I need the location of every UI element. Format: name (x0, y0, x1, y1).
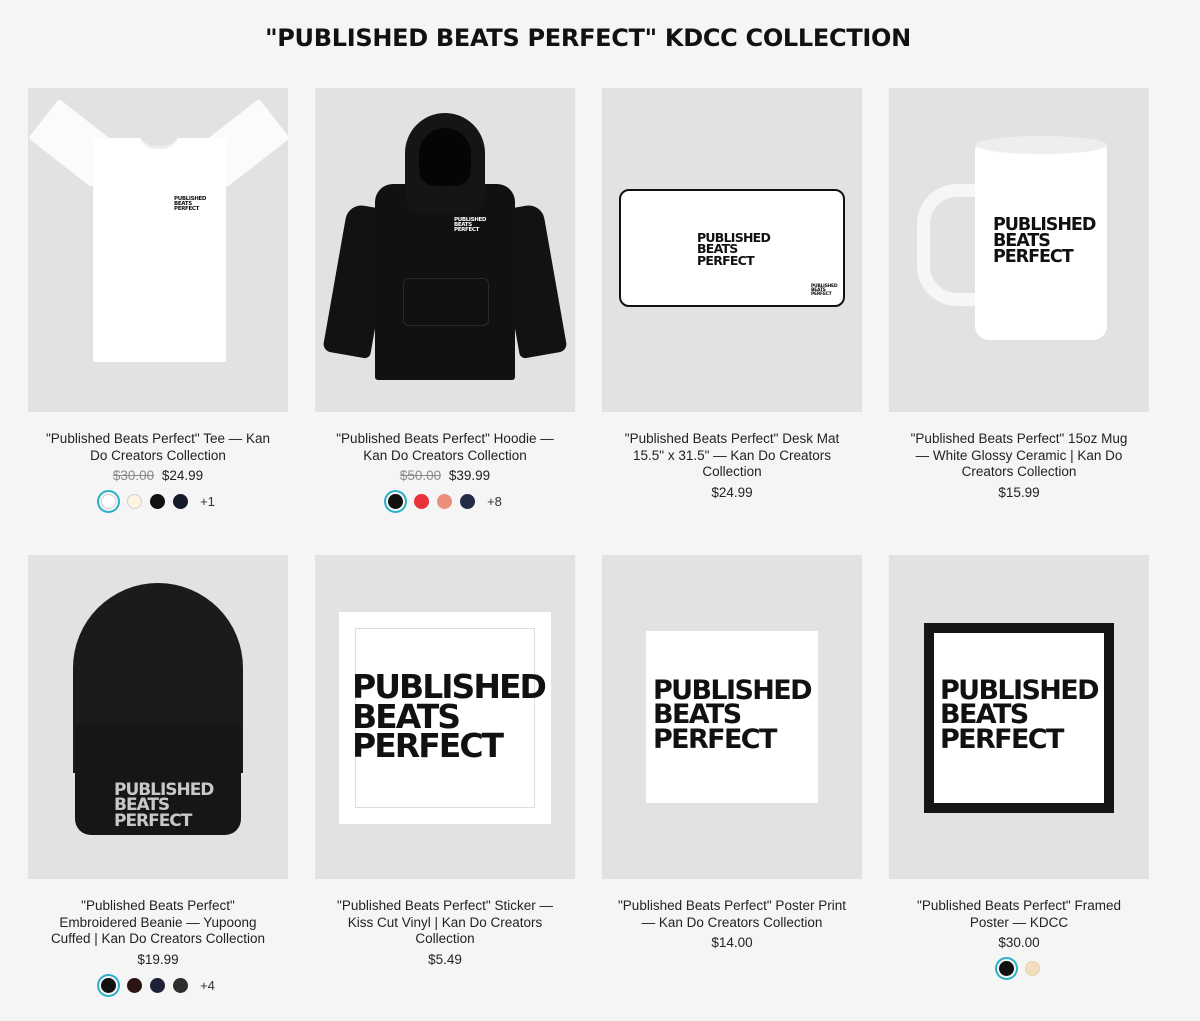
price-row: $30.00 (889, 935, 1149, 950)
product-image-desk-mat[interactable]: PUBLISHED BEATS PERFECT PUBLISHED BEATS PERF… (602, 88, 862, 412)
price: $14.00 (711, 935, 753, 950)
swatch-coral[interactable] (437, 494, 453, 509)
price: $15.99 (998, 484, 1040, 500)
product-card-tee: PUBLISHED BEATS PERFECT "Published Beats P… (28, 88, 288, 509)
brand-logo: PUBLISHED BEATS PERFECT (454, 217, 487, 233)
swatch-black[interactable] (101, 977, 117, 993)
price: $19.99 (137, 951, 179, 967)
product-image-poster[interactable]: PUBLISHED BEATS PERFECT (602, 555, 862, 879)
product-image-tee[interactable]: PUBLISHED BEATS PERFECT (28, 88, 288, 412)
page-title: "PUBLISHED BEATS PERFECT" KDCC COLLECTIO… (265, 24, 911, 52)
product-image-hoodie[interactable]: PUBLISHED BEATS PERFECT (315, 88, 575, 412)
sale-price: $39.99 (448, 468, 491, 483)
product-title-link[interactable]: "Published Beats Perfect" Poster Print —… (602, 898, 862, 931)
swatch-white[interactable] (101, 494, 117, 509)
sale-price: $24.99 (161, 468, 204, 483)
color-swatches: +4 (28, 977, 288, 993)
price-row: $5.49 (315, 952, 575, 967)
brand-logo: PUBLISHED BEATS PERFECT (352, 667, 547, 766)
product-card-poster: PUBLISHED BEATS PERFECT "Published Beats P… (602, 555, 862, 950)
product-title-link[interactable]: "Published Beats Perfect" 15oz Mug — Whi… (889, 431, 1149, 481)
swatch-brown[interactable] (127, 977, 143, 993)
product-title-link[interactable]: "Published Beats Perfect" Desk Mat 15.5"… (602, 431, 862, 481)
compare-at-price: $50.00 (399, 468, 442, 483)
price: $30.00 (998, 935, 1040, 950)
product-image-framed-poster[interactable]: PUBLISHED BEATS PERFECT (889, 555, 1149, 879)
swatch-charcoal[interactable] (173, 977, 189, 993)
product-title-link[interactable]: "Published Beats Perfect" Framed Poster … (889, 898, 1149, 931)
price-row: $19.99 (28, 952, 288, 967)
more-colors-link[interactable]: +1 (200, 494, 215, 509)
product-card-desk-mat: PUBLISHED BEATS PERFECT PUBLISHED BEATS PERF… (602, 88, 862, 500)
product-card-framed-poster: PUBLISHED BEATS PERFECT "Published Beats P… (889, 555, 1149, 976)
color-swatches (889, 961, 1149, 976)
price-row: $50.00 $39.99 (315, 468, 575, 483)
product-title-link[interactable]: "Published Beats Perfect" Embroidered Be… (28, 898, 288, 948)
compare-at-price: $30.00 (112, 468, 155, 483)
swatch-black[interactable] (998, 961, 1014, 976)
swatch-black[interactable] (388, 494, 404, 509)
product-title-link[interactable]: "Published Beats Perfect" Sticker — Kiss… (315, 898, 575, 948)
product-card-sticker: PUBLISHED BEATS PERFECT "Published Beats P… (315, 555, 575, 967)
swatch-navy[interactable] (460, 494, 476, 509)
product-title-link[interactable]: "Published Beats Perfect" Hoodie — Kan D… (315, 431, 575, 464)
swatch-red[interactable] (414, 494, 430, 509)
brand-logo: PUBLISHED BEATS PERFECT (114, 780, 214, 831)
brand-logo: PUBLISHED BEATS PERFECT (653, 675, 812, 755)
color-swatches: +1 (28, 494, 288, 509)
product-card-hoodie: PUBLISHED BEATS PERFECT "Published Beats P… (315, 88, 575, 509)
price: $24.99 (711, 484, 753, 500)
price-row: $15.99 (889, 485, 1149, 500)
price: $5.49 (428, 951, 462, 967)
swatch-natural-wood[interactable] (1024, 961, 1040, 976)
brand-logo: PUBLISHED BEATS PERFECT (993, 215, 1096, 267)
swatch-navy[interactable] (150, 977, 166, 993)
swatch-cream[interactable] (127, 494, 143, 509)
price-row: $30.00 $24.99 (28, 468, 288, 483)
price-row: $24.99 (602, 485, 862, 500)
more-colors-link[interactable]: +4 (200, 978, 215, 993)
brand-logo: PUBLISHED BEATS PERFECT (697, 230, 771, 268)
brand-logo: PUBLISHED BEATS PERFECT (940, 675, 1099, 755)
product-image-sticker[interactable]: PUBLISHED BEATS PERFECT (315, 555, 575, 879)
color-swatches: +8 (315, 494, 575, 509)
product-image-beanie[interactable]: PUBLISHED BEATS PERFECT (28, 555, 288, 879)
price-row: $14.00 (602, 935, 862, 950)
product-title-link[interactable]: "Published Beats Perfect" Tee — Kan Do C… (28, 431, 288, 464)
product-card-mug: PUBLISHED BEATS PERFECT "Published Beats P… (889, 88, 1149, 500)
brand-logo-small: PUBLISHED BEATS PERFECT (811, 284, 838, 298)
product-card-beanie: PUBLISHED BEATS PERFECT "Published Beats P… (28, 555, 288, 993)
more-colors-link[interactable]: +8 (487, 494, 502, 509)
product-image-mug[interactable]: PUBLISHED BEATS PERFECT (889, 88, 1149, 412)
swatch-black[interactable] (150, 494, 166, 509)
brand-logo: PUBLISHED BEATS PERFECT (174, 196, 207, 212)
swatch-navy[interactable] (173, 494, 189, 509)
